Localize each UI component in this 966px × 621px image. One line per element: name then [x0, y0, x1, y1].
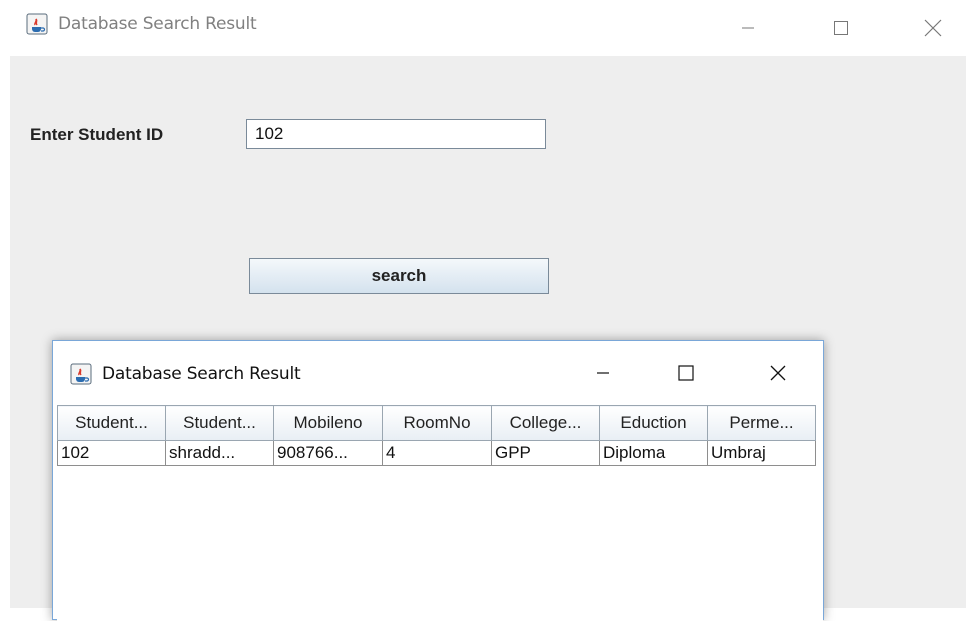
- column-header[interactable]: Perme...: [707, 405, 816, 441]
- maximize-icon: [678, 365, 694, 381]
- minimize-icon: [597, 372, 609, 374]
- java-cup-icon: [70, 363, 92, 385]
- search-button[interactable]: search: [249, 258, 549, 294]
- column-header[interactable]: Student...: [57, 405, 166, 441]
- table-header-row: Student... Student... Mobileno RoomNo Co…: [57, 405, 816, 441]
- minimize-icon: [742, 27, 754, 29]
- results-table-area[interactable]: Student... Student... Mobileno RoomNo Co…: [57, 405, 823, 621]
- table-cell[interactable]: Umbraj: [707, 440, 816, 466]
- close-icon: [770, 365, 786, 381]
- dialog-title: Database Search Result: [102, 364, 301, 384]
- close-button[interactable]: [910, 0, 956, 56]
- maximize-icon: [834, 21, 848, 35]
- window-title: Database Search Result: [58, 14, 257, 34]
- close-icon: [924, 19, 942, 37]
- table-cell[interactable]: 908766...: [273, 440, 383, 466]
- table-cell[interactable]: Diploma: [599, 440, 708, 466]
- table-cell[interactable]: shradd...: [165, 440, 274, 466]
- column-header[interactable]: Mobileno: [273, 405, 383, 441]
- dialog-maximize-button[interactable]: [663, 353, 709, 393]
- table-row[interactable]: 102 shradd... 908766... 4 GPP Diploma Um…: [57, 440, 816, 466]
- column-header[interactable]: College...: [491, 405, 600, 441]
- student-id-label: Enter Student ID: [30, 125, 164, 144]
- dialog-minimize-button[interactable]: [580, 353, 626, 393]
- minimize-button[interactable]: [725, 0, 771, 56]
- column-header[interactable]: Eduction: [599, 405, 708, 441]
- results-table[interactable]: Student... Student... Mobileno RoomNo Co…: [57, 405, 816, 466]
- column-header[interactable]: RoomNo: [382, 405, 492, 441]
- table-cell[interactable]: 102: [57, 440, 166, 466]
- result-dialog[interactable]: Database Search Result Student... Studen…: [52, 340, 824, 621]
- dialog-titlebar[interactable]: Database Search Result: [53, 341, 823, 405]
- table-cell[interactable]: GPP: [491, 440, 600, 466]
- table-cell[interactable]: 4: [382, 440, 492, 466]
- student-id-input[interactable]: [246, 119, 546, 149]
- dialog-close-button[interactable]: [755, 353, 801, 393]
- main-titlebar[interactable]: Database Search Result: [0, 0, 966, 56]
- java-cup-icon: [26, 13, 48, 35]
- maximize-button[interactable]: [818, 0, 864, 56]
- column-header[interactable]: Student...: [165, 405, 274, 441]
